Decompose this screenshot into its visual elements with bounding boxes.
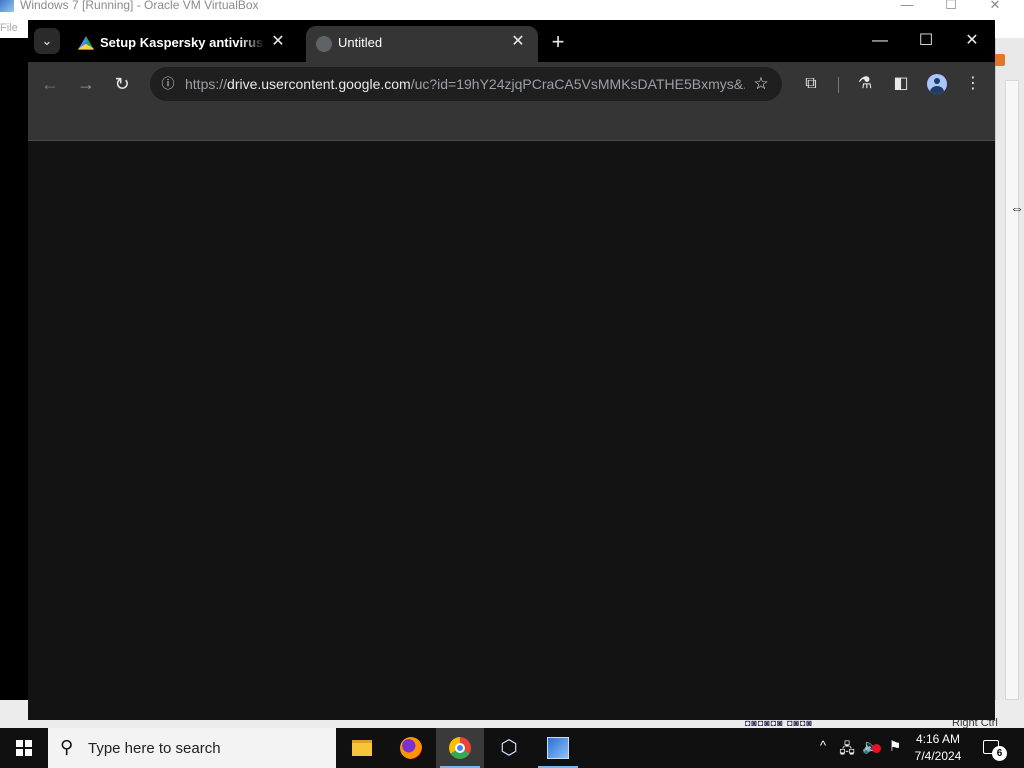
guest-desktop-edge xyxy=(0,38,28,700)
search-icon: ⚲ xyxy=(60,737,74,757)
maximize-button[interactable]: ☐ xyxy=(903,28,949,54)
taskbar-file-explorer[interactable] xyxy=(338,728,386,768)
tab-strip: ⌄ Setup Kaspersky antivirus 2013 ✕ Untit… xyxy=(28,20,995,62)
tab-title: Setup Kaspersky antivirus 2013 xyxy=(100,35,265,50)
tab-search-button[interactable]: ⌄ xyxy=(34,28,60,54)
virtualbox-title: Windows 7 [Running] - Oracle VM VirtualB… xyxy=(20,0,259,12)
page-viewport[interactable] xyxy=(28,142,995,720)
url-host: drive.usercontent.google.com xyxy=(227,76,411,92)
toolbar-divider xyxy=(838,77,839,93)
forward-button[interactable]: → xyxy=(72,70,100,98)
reload-button[interactable]: ↻ xyxy=(108,70,136,98)
back-button[interactable]: ← xyxy=(36,70,64,98)
profile-avatar-icon xyxy=(927,74,947,94)
notification-count-badge: 6 xyxy=(992,746,1007,761)
notification-center-button[interactable]: 6 xyxy=(978,736,1008,762)
google-drive-icon xyxy=(78,36,94,50)
virtualbox-menubar: File xyxy=(0,22,30,38)
url-path: /uc?id=19hY24zjqPCraCA5VsMMKsDATHE5Bxmys… xyxy=(410,76,745,92)
tab-kaspersky-setup[interactable]: Setup Kaspersky antivirus 2013 ✕ xyxy=(68,26,298,62)
resize-cursor-icon: ⇔ xyxy=(1010,200,1024,216)
taskbar: ⚲ Type here to search ⬡ ^ 🖧 🔈 ⚑ 4:16 AM … xyxy=(0,728,1024,768)
taskbar-search-box[interactable]: ⚲ Type here to search xyxy=(48,728,336,768)
volume-muted-icon[interactable]: 🔈 xyxy=(860,738,882,758)
tab-close-icon[interactable]: ✕ xyxy=(268,32,288,52)
network-icon[interactable]: 🖧 xyxy=(837,738,857,758)
taskbar-windows7-vm[interactable] xyxy=(534,728,582,768)
browser-toolbar: ← → ↻ ⓘ https://drive.usercontent.google… xyxy=(28,62,995,106)
bookmarks-bar xyxy=(28,106,995,141)
url-scheme: https:// xyxy=(185,76,228,92)
tab-close-icon[interactable]: ✕ xyxy=(508,32,528,52)
virtualbox-cube-icon: ⬡ xyxy=(500,737,518,759)
start-button[interactable] xyxy=(0,728,48,768)
vm-window-icon xyxy=(547,737,569,759)
chrome-window: ⌄ Setup Kaspersky antivirus 2013 ✕ Untit… xyxy=(28,20,995,720)
close-button[interactable]: ✕ xyxy=(949,28,995,54)
taskbar-clock[interactable]: 4:16 AM 7/4/2024 xyxy=(906,731,970,765)
extensions-icon[interactable]: ⧉ xyxy=(797,70,825,98)
side-panel-icon[interactable]: ◧ xyxy=(887,70,915,98)
bookmark-star-icon[interactable]: ☆ xyxy=(750,73,772,95)
clock-time: 4:16 AM xyxy=(915,732,961,746)
virtualbox-close-button[interactable]: ✕ xyxy=(972,0,1018,13)
menu-file[interactable]: File xyxy=(0,22,18,34)
globe-icon xyxy=(316,36,332,52)
virtualbox-maximize-button[interactable]: ☐ xyxy=(928,0,974,13)
action-center-flag-icon[interactable]: ⚑ xyxy=(885,738,905,758)
address-bar[interactable]: ⓘ https://drive.usercontent.google.com/u… xyxy=(150,67,782,101)
tray-chevron-icon[interactable]: ^ xyxy=(814,738,832,758)
url-text[interactable]: https://drive.usercontent.google.com/uc?… xyxy=(185,76,745,92)
minimize-button[interactable]: — xyxy=(857,28,903,54)
clock-date: 7/4/2024 xyxy=(914,749,962,763)
more-menu-icon[interactable]: ⋮ xyxy=(959,70,987,98)
virtualbox-titlebar: Windows 7 [Running] - Oracle VM VirtualB… xyxy=(0,0,1024,14)
taskbar-chrome[interactable] xyxy=(436,728,484,768)
taskbar-virtualbox[interactable]: ⬡ xyxy=(485,728,533,768)
folder-icon xyxy=(352,740,372,756)
labs-flask-icon[interactable]: ⚗ xyxy=(851,70,879,98)
site-info-icon[interactable]: ⓘ xyxy=(158,74,178,94)
virtualbox-minimize-button[interactable]: — xyxy=(884,0,930,13)
search-placeholder: Type here to search xyxy=(88,740,221,757)
guest-scroll-strip[interactable] xyxy=(1005,80,1019,700)
windows-logo-icon xyxy=(16,740,32,756)
new-tab-button[interactable]: + xyxy=(546,31,570,55)
chrome-icon xyxy=(449,737,471,759)
firefox-icon xyxy=(400,737,422,759)
taskbar-firefox[interactable] xyxy=(387,728,435,768)
profile-button[interactable] xyxy=(923,70,951,98)
tab-title: Untitled xyxy=(338,35,383,50)
tab-untitled[interactable]: Untitled ✕ xyxy=(306,26,538,62)
virtualbox-app-icon xyxy=(0,0,14,12)
